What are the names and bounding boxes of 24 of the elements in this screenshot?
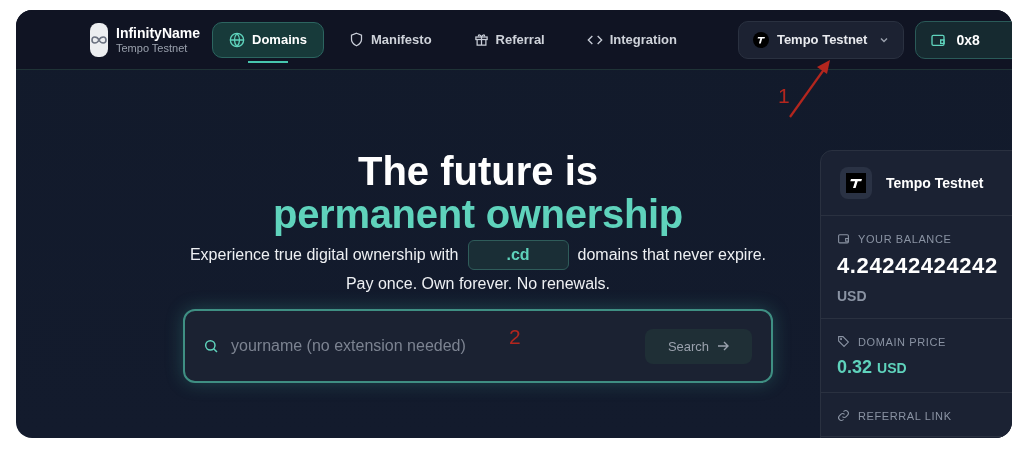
nav-tab[interactable]: Manifesto bbox=[331, 21, 449, 58]
wallet-button[interactable]: 0x8 bbox=[915, 20, 1012, 59]
brand-name: InfinityName bbox=[116, 25, 200, 41]
price-value: 0.32 bbox=[837, 357, 873, 378]
nav-tab[interactable]: Integration bbox=[569, 21, 694, 58]
section-label: DOMAIN PRICE bbox=[858, 335, 946, 348]
extension-chip: .cd bbox=[467, 240, 569, 270]
hero-subtitle: domains that never expire. bbox=[577, 246, 767, 264]
annotation-number: 2 bbox=[509, 326, 521, 348]
balance-unit: USD bbox=[837, 288, 868, 304]
section-label: REFERRAL LINK bbox=[858, 409, 952, 422]
brand-subtitle: Tempo Testnet bbox=[116, 42, 189, 54]
hero-tagline: Pay once. Own forever. No renewals. bbox=[345, 275, 611, 293]
hero-subtitle: Experience true digital ownership with bbox=[189, 246, 459, 264]
balance-value: 4.24242424242 bbox=[837, 253, 999, 279]
nav-tab[interactable]: Referral bbox=[456, 21, 562, 58]
price-unit: USD bbox=[877, 360, 907, 376]
panel-network-name: Tempo Testnet bbox=[886, 175, 984, 191]
network-selector[interactable]: Tempo Testnet bbox=[737, 20, 905, 59]
section-label: YOUR BALANCE bbox=[858, 232, 952, 245]
annotation-number: 1 bbox=[778, 85, 790, 107]
search-button[interactable]: Search bbox=[645, 328, 752, 364]
hero-title: The future is bbox=[357, 150, 599, 193]
hero-highlight: permanent ownership bbox=[273, 193, 683, 236]
